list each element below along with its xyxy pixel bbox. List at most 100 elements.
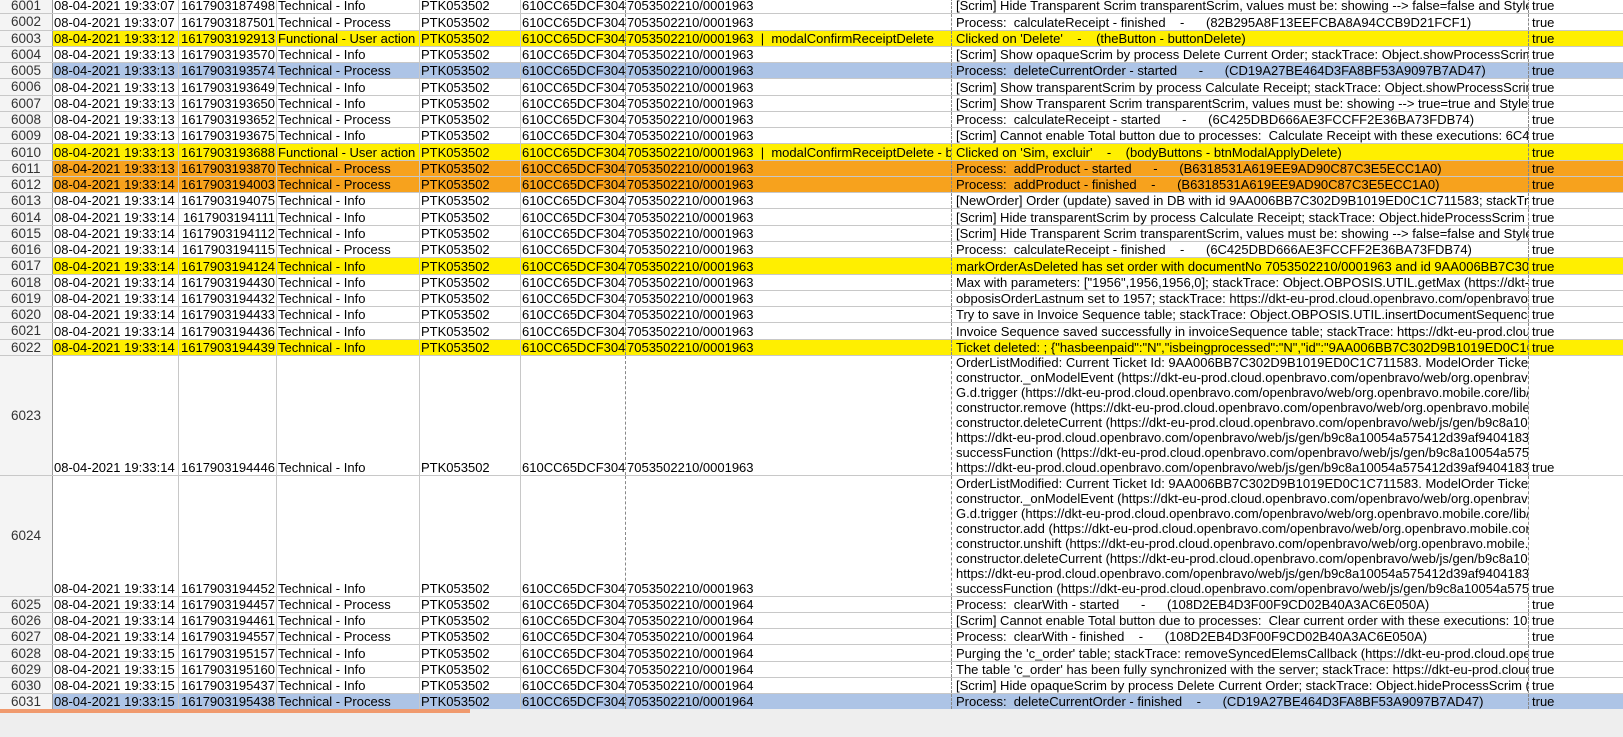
date-cell[interactable]: 08-04-2021 19:33:13 <box>53 160 179 176</box>
timestamp-cell[interactable]: 1617903193675 <box>179 128 277 144</box>
type-cell[interactable]: Technical - Process <box>277 241 420 258</box>
message-cell[interactable]: Clicked on 'Delete' - (theButton - butto… <box>952 30 1529 46</box>
terminal-cell[interactable]: PTK053502 <box>420 193 521 209</box>
row-header[interactable]: 6007 <box>0 95 53 111</box>
timestamp-cell[interactable]: 1617903194457 <box>179 596 277 612</box>
document-no-cell[interactable]: 7053502210/0001963 <box>626 209 952 225</box>
session-id-cell[interactable]: 610CC65DCF304 <box>521 30 626 46</box>
terminal-cell[interactable]: PTK053502 <box>420 476 521 596</box>
terminal-cell[interactable]: PTK053502 <box>420 258 521 274</box>
session-id-cell[interactable]: 610CC65DCF304 <box>521 111 626 128</box>
session-id-cell[interactable]: 610CC65DCF304 <box>521 258 626 274</box>
row-header[interactable]: 6005 <box>0 63 53 79</box>
document-no-cell[interactable]: 7053502210/0001964 <box>626 612 952 629</box>
terminal-cell[interactable]: PTK053502 <box>420 307 521 323</box>
type-cell[interactable]: Technical - Info <box>277 209 420 225</box>
date-cell[interactable]: 08-04-2021 19:33:14 <box>53 355 179 476</box>
date-cell[interactable]: 08-04-2021 19:33:13 <box>53 95 179 111</box>
table-row[interactable]: 6005 08-04-2021 19:33:13 1617903193574 Tech… <box>0 63 1623 80</box>
terminal-cell[interactable]: PTK053502 <box>420 46 521 63</box>
message-cell[interactable]: markOrderAsDeleted has set order with do… <box>952 258 1529 274</box>
timestamp-cell[interactable]: 1617903194124 <box>179 258 277 274</box>
type-cell[interactable]: Technical - Process <box>277 14 420 30</box>
message-cell[interactable]: obposisOrderLastnum set to 1957; stackTr… <box>952 290 1529 307</box>
document-no-cell[interactable]: 7053502210/0001963 <box>626 46 952 63</box>
flag-cell[interactable]: true <box>1529 662 1623 677</box>
flag-cell[interactable]: true <box>1529 323 1623 339</box>
terminal-cell[interactable]: PTK053502 <box>420 274 521 290</box>
timestamp-cell[interactable]: 1617903192913 <box>179 30 277 46</box>
sheet-tab-indicator[interactable] <box>0 709 470 713</box>
type-cell[interactable]: Technical - Info <box>277 645 420 661</box>
table-row[interactable]: 6017 08-04-2021 19:33:14 1617903194124 Tech… <box>0 258 1623 275</box>
flag-cell[interactable]: true <box>1529 144 1623 160</box>
terminal-cell[interactable]: PTK053502 <box>420 225 521 241</box>
session-id-cell[interactable]: 610CC65DCF304 <box>521 629 626 645</box>
flag-cell[interactable]: true <box>1529 47 1623 62</box>
type-cell[interactable]: Technical - Info <box>277 476 420 596</box>
document-no-cell[interactable]: 7053502210/0001963 <box>626 339 952 355</box>
session-id-cell[interactable]: 610CC65DCF304 <box>521 274 626 290</box>
type-cell[interactable]: Technical - Info <box>277 339 420 355</box>
type-cell[interactable]: Technical - Process <box>277 176 420 193</box>
flag-cell[interactable]: true <box>1529 694 1623 710</box>
terminal-cell[interactable]: PTK053502 <box>420 661 521 677</box>
table-row[interactable]: 6010 08-04-2021 19:33:13 1617903193688 Func… <box>0 144 1623 161</box>
document-no-cell[interactable]: 7053502210/0001963 | modalConfirmReceipt… <box>626 30 952 46</box>
timestamp-cell[interactable]: 1617903193570 <box>179 46 277 63</box>
table-row[interactable]: 6011 08-04-2021 19:33:13 1617903193870 Tech… <box>0 160 1623 177</box>
table-row[interactable]: 6020 08-04-2021 19:33:14 1617903194433 Tech… <box>0 307 1623 324</box>
document-no-cell[interactable]: 7053502210/0001963 <box>626 355 952 476</box>
document-no-cell[interactable]: 7053502210/0001963 <box>626 258 952 274</box>
terminal-cell[interactable]: PTK053502 <box>420 95 521 111</box>
document-no-cell[interactable]: 7053502210/0001963 <box>626 14 952 30</box>
document-no-cell[interactable]: 7053502210/0001963 <box>626 176 952 193</box>
flag-cell[interactable]: true <box>1529 79 1623 95</box>
date-cell[interactable]: 08-04-2021 19:33:07 <box>53 14 179 30</box>
session-id-cell[interactable]: 610CC65DCF304 <box>521 144 626 160</box>
type-cell[interactable]: Technical - Info <box>277 612 420 629</box>
session-id-cell[interactable]: 610CC65DCF304 <box>521 661 626 677</box>
session-id-cell[interactable]: 610CC65DCF304 <box>521 355 626 476</box>
type-cell[interactable]: Technical - Info <box>277 290 420 307</box>
timestamp-cell[interactable]: 1617903195157 <box>179 645 277 661</box>
message-cell[interactable]: [Scrim] Show transparentScrim by process… <box>952 79 1529 95</box>
session-id-cell[interactable]: 610CC65DCF304 <box>521 323 626 339</box>
row-header[interactable]: 6008 <box>0 111 53 128</box>
message-cell[interactable]: Process: calculateReceipt - finished - (… <box>952 14 1529 30</box>
message-cell[interactable]: [Scrim] Show Transparent Scrim transpare… <box>952 95 1529 111</box>
session-id-cell[interactable]: 610CC65DCF304 <box>521 290 626 307</box>
table-row[interactable]: 6004 08-04-2021 19:33:13 1617903193570 Tech… <box>0 46 1623 64</box>
document-no-cell[interactable]: 7053502210/0001963 <box>626 0 952 14</box>
document-no-cell[interactable]: 7053502210/0001964 <box>626 661 952 677</box>
message-cell[interactable]: [Scrim] Cannot enable Total button due t… <box>952 612 1529 629</box>
timestamp-cell[interactable]: 1617903193688 <box>179 144 277 160</box>
session-id-cell[interactable]: 610CC65DCF304 <box>521 612 626 629</box>
flag-cell[interactable]: true <box>1529 356 1623 475</box>
terminal-cell[interactable]: PTK053502 <box>420 241 521 258</box>
timestamp-cell[interactable]: 1617903193652 <box>179 111 277 128</box>
flag-cell[interactable]: true <box>1529 63 1623 79</box>
session-id-cell[interactable]: 610CC65DCF304 <box>521 241 626 258</box>
row-header[interactable]: 6016 <box>0 241 53 258</box>
message-cell[interactable]: [Scrim] Hide transparentScrim by process… <box>952 209 1529 225</box>
table-row[interactable]: 6012 08-04-2021 19:33:14 1617903194003 Tech… <box>0 176 1623 194</box>
flag-cell[interactable]: true <box>1529 275 1623 290</box>
table-row[interactable]: 6002 08-04-2021 19:33:07 1617903187501 Tech… <box>0 14 1623 31</box>
timestamp-cell[interactable]: 1617903194452 <box>179 476 277 596</box>
message-cell[interactable]: Process: deleteCurrentOrder - finished -… <box>952 694 1529 710</box>
date-cell[interactable]: 08-04-2021 19:33:14 <box>53 612 179 629</box>
session-id-cell[interactable]: 610CC65DCF304 <box>521 677 626 694</box>
document-no-cell[interactable]: 7053502210/0001963 <box>626 95 952 111</box>
terminal-cell[interactable]: PTK053502 <box>420 30 521 46</box>
date-cell[interactable]: 08-04-2021 19:33:14 <box>53 290 179 307</box>
terminal-cell[interactable]: PTK053502 <box>420 323 521 339</box>
terminal-cell[interactable]: PTK053502 <box>420 596 521 612</box>
type-cell[interactable]: Technical - Process <box>277 694 420 710</box>
row-header[interactable]: 6010 <box>0 144 53 160</box>
session-id-cell[interactable]: 610CC65DCF304 <box>521 339 626 355</box>
table-row[interactable]: 6003 08-04-2021 19:33:12 1617903192913 Func… <box>0 30 1623 47</box>
table-row[interactable]: 6009 08-04-2021 19:33:13 1617903193675 Tech… <box>0 128 1623 145</box>
timestamp-cell[interactable]: 1617903193649 <box>179 79 277 95</box>
type-cell[interactable]: Technical - Info <box>277 307 420 323</box>
